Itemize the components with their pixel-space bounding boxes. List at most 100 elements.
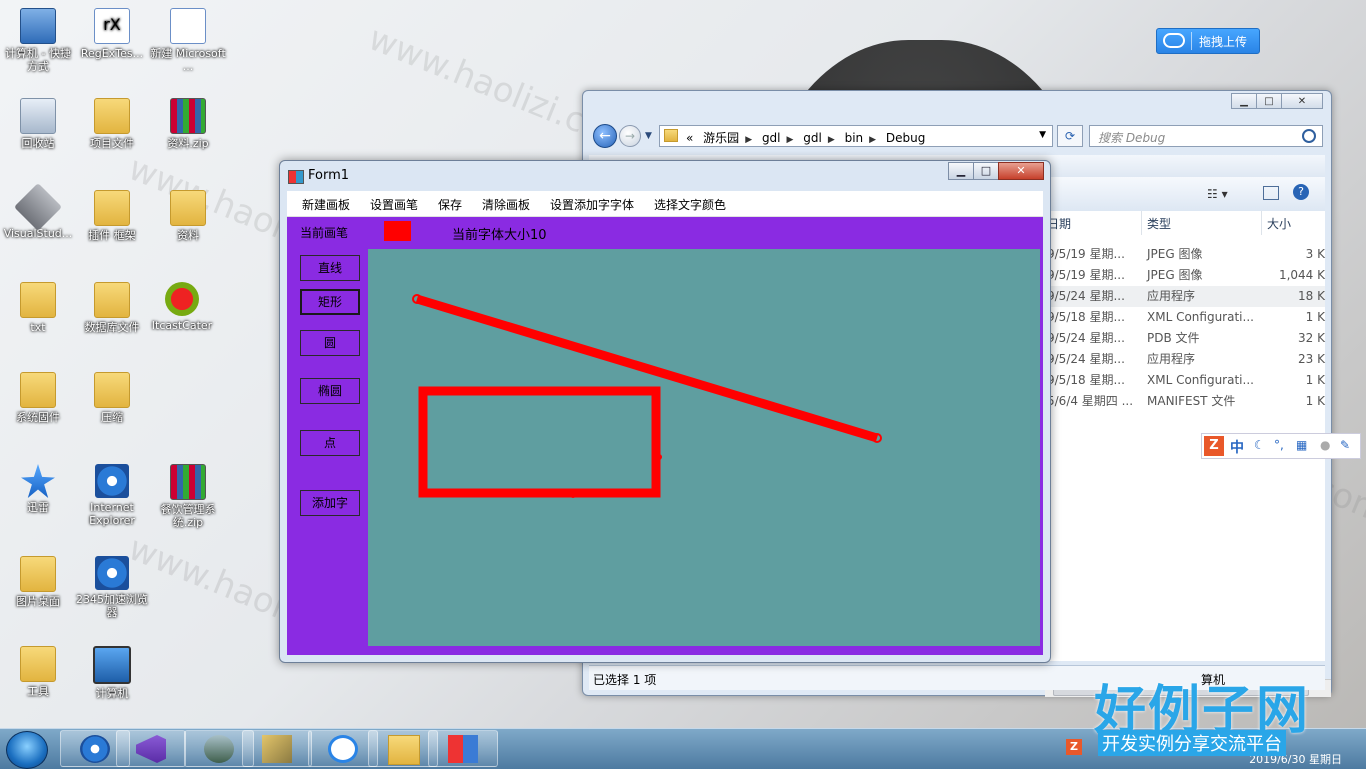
desktop-icon-internet-explorer[interactable]: Internet Explorer (74, 464, 150, 527)
desktop-icon-label: 图片桌面 (16, 595, 60, 608)
refresh-button[interactable]: ⟳ (1057, 125, 1083, 147)
desktop-icon-pictures-folder[interactable]: 图片桌面 (0, 556, 76, 608)
wrench-icon[interactable]: ✎ (1340, 438, 1350, 452)
desktop-icon-recycle-bin[interactable]: 回收站 (0, 98, 76, 150)
breadcrumb: « 游乐园 ▶ gdl ▶ gdl ▶ bin ▶ Debug (686, 129, 931, 146)
desktop-icon-computer[interactable]: 计算机 (74, 646, 150, 700)
file-type: XML Configurati... (1147, 310, 1254, 324)
help-icon[interactable]: ? (1293, 184, 1309, 200)
desktop-icon-firmware-folder[interactable]: 系统固件 (0, 372, 76, 424)
minimize-button[interactable]: ▁ (948, 162, 974, 180)
form1-window: Form1 ▁ □ ✕ 新建画板 设置画笔 保存 清除画板 设置添加字字体 选择文字… (279, 160, 1051, 663)
file-type: 应用程序 (1147, 352, 1196, 366)
pen-color-swatch[interactable] (384, 221, 411, 241)
chevron-right-icon[interactable]: ▶ (787, 135, 794, 145)
breadcrumb-item[interactable]: gdl (762, 131, 781, 145)
maximize-button[interactable]: □ (1256, 93, 1282, 109)
start-button[interactable] (6, 731, 48, 769)
menu-save[interactable]: 保存 (438, 196, 462, 213)
breadcrumb-item[interactable]: 游乐园 (703, 131, 739, 145)
winrar-archive-icon (170, 464, 206, 500)
ime-mode-chinese[interactable]: 中 (1230, 437, 1244, 457)
desktop-icon-tools-folder[interactable]: 工具 (0, 646, 76, 698)
search-input[interactable]: 搜索 Debug (1089, 125, 1323, 147)
back-button[interactable]: ← (593, 124, 617, 148)
folder-icon (20, 372, 56, 408)
address-bar[interactable]: « 游乐园 ▶ gdl ▶ gdl ▶ bin ▶ Debug ▼ (659, 125, 1053, 147)
selection-status: 已选择 1 项 (593, 673, 657, 687)
breadcrumb-item[interactable]: bin (845, 131, 864, 145)
taskbar-visual-studio[interactable] (116, 730, 186, 767)
close-button[interactable]: ✕ (998, 162, 1044, 180)
desktop-icon-project-folder[interactable]: 项目文件 (74, 98, 150, 150)
punctuation-icon[interactable]: °, (1274, 438, 1284, 452)
desktop-icon-materials-folder[interactable]: 资料 (150, 190, 226, 242)
breadcrumb-overflow[interactable]: « (686, 131, 693, 145)
desktop-icon-itcastcater[interactable]: ItcastCater (144, 282, 220, 332)
thunder-icon (21, 464, 55, 498)
column-header-type[interactable]: 类型 (1147, 213, 1171, 235)
search-placeholder: 搜索 Debug (1098, 131, 1166, 145)
desktop-icon-word-document[interactable]: 新建 Microsoft ... (150, 8, 226, 73)
tool-point-button[interactable]: 点 (300, 430, 360, 456)
chevron-right-icon[interactable]: ▶ (869, 135, 876, 145)
file-size: 18 K (1298, 289, 1325, 303)
menu-set-pen[interactable]: 设置画笔 (370, 196, 418, 213)
desktop-icon-catering-zip[interactable]: 餐饮管理系统.zip (150, 464, 226, 529)
forward-button[interactable]: → (619, 125, 641, 147)
desktop-icon-database-folder[interactable]: 数据库文件 (74, 282, 150, 334)
menu-new-board[interactable]: 新建画板 (302, 196, 350, 213)
baidu-upload-button[interactable]: 拖拽上传 (1156, 28, 1260, 54)
file-date: 9/5/18 星期... (1047, 310, 1125, 324)
ime-logo-icon[interactable]: Z (1204, 436, 1224, 456)
preview-pane-button[interactable] (1263, 186, 1279, 200)
file-date: 9/5/18 星期... (1047, 373, 1125, 387)
desktop-icon-computer-shortcut[interactable]: 计算机 - 快捷方式 (0, 8, 76, 73)
file-size: 3 K (1305, 247, 1325, 261)
views-button[interactable]: ☷ ▾ (1207, 187, 1228, 201)
chevron-right-icon[interactable]: ▶ (828, 135, 835, 145)
menu-set-text-font[interactable]: 设置添加字字体 (550, 196, 634, 213)
folder-icon (20, 556, 56, 592)
maximize-button[interactable]: □ (973, 162, 999, 180)
desktop-icon-plugin-folder[interactable]: 插件 框架 (74, 190, 150, 242)
desktop-icon-thunder[interactable]: 迅雷 (0, 464, 76, 514)
desktop-icon-zip[interactable]: 资料.zip (150, 98, 226, 150)
minimize-button[interactable]: ▁ (1231, 93, 1257, 109)
navigation-bar: ← → ▼ « 游乐园 ▶ gdl ▶ gdl ▶ bin ▶ Debug ▼ ⟳ 搜索… (591, 123, 1323, 149)
taskbar-form1-app[interactable] (428, 730, 498, 767)
desktop-icon-txt-folder[interactable]: txt (0, 282, 76, 334)
address-dropdown-icon[interactable]: ▼ (1039, 130, 1046, 140)
file-date: 9/5/24 星期... (1047, 352, 1125, 366)
moon-icon[interactable]: ☾ (1254, 438, 1265, 452)
visual-studio-icon (136, 735, 166, 763)
tool-add-text-button[interactable]: 添加字 (300, 490, 360, 516)
folder-icon (170, 190, 206, 226)
desktop-icon-label: 2345加速浏览器 (76, 593, 148, 619)
desktop-icon-2345-browser[interactable]: 2345加速浏览器 (74, 556, 150, 619)
keyboard-icon[interactable]: ▦ (1296, 438, 1307, 452)
search-icon (1302, 129, 1316, 143)
tool-ellipse-button[interactable]: 椭圆 (300, 378, 360, 404)
file-size: 1 K (1305, 310, 1325, 324)
folder-icon (94, 190, 130, 226)
user-icon[interactable]: ● (1320, 438, 1330, 452)
menu-select-text-color[interactable]: 选择文字颜色 (654, 196, 726, 213)
close-button[interactable]: ✕ (1281, 93, 1323, 109)
menu-clear-board[interactable]: 清除画板 (482, 196, 530, 213)
recent-pages-dropdown[interactable]: ▼ (645, 131, 652, 141)
desktop-icon-compress-folder[interactable]: 压缩 (74, 372, 150, 424)
chevron-right-icon[interactable]: ▶ (745, 135, 752, 145)
file-type: MANIFEST 文件 (1147, 394, 1236, 408)
ime-tray-icon[interactable]: Z (1066, 739, 1082, 755)
drawing-canvas[interactable] (368, 249, 1040, 646)
tool-rectangle-button[interactable]: 矩形 (300, 289, 360, 315)
breadcrumb-item[interactable]: Debug (886, 131, 925, 145)
taskbar-tools[interactable] (242, 730, 312, 767)
breadcrumb-item[interactable]: gdl (803, 131, 822, 145)
tool-circle-button[interactable]: 圆 (300, 330, 360, 356)
desktop-icon-regex-tester[interactable]: rX RegExTes... (74, 8, 150, 60)
column-header-size[interactable]: 大小 (1267, 213, 1291, 235)
tool-line-button[interactable]: 直线 (300, 255, 360, 281)
desktop-icon-visual-studio[interactable]: VisualStud... (0, 182, 76, 240)
